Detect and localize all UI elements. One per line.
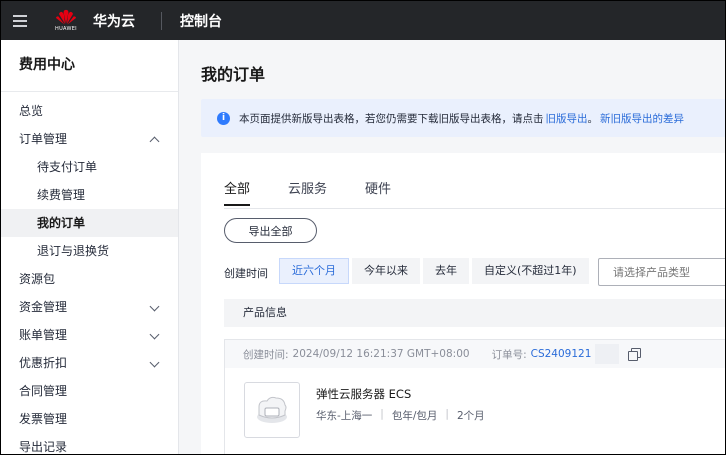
tabs-divider <box>224 208 725 209</box>
product-name[interactable]: 弹性云服务器 ECS <box>316 386 411 402</box>
sidebar-item-label: 优惠折扣 <box>19 356 68 370</box>
chevron-down-icon <box>149 357 160 368</box>
sidebar-item-resource-packages[interactable]: 资源包 <box>1 265 178 293</box>
huawei-logo[interactable]: HUAWEI <box>51 9 81 32</box>
page-title: 我的订单 <box>201 65 266 84</box>
filter-custom-range[interactable]: 自定义(不超过1年) <box>472 258 589 284</box>
sidebar-item-label: 发票管理 <box>19 412 68 426</box>
chevron-down-icon <box>149 329 160 340</box>
order-tabs: 全部 云服务 硬件 <box>224 178 429 206</box>
tab-cloud-services[interactable]: 云服务 <box>288 178 327 206</box>
sidebar: 费用中心 总览 订单管理 待支付订单 续费管理 我的订单 退订与退换货 资源包 … <box>1 40 179 454</box>
copy-icon[interactable] <box>628 348 642 361</box>
chevron-up-icon <box>149 136 160 147</box>
console-link[interactable]: 控制台 <box>180 11 222 31</box>
sidebar-item-label: 总览 <box>19 104 44 118</box>
sidebar-item-renewals[interactable]: 续费管理 <box>1 181 178 209</box>
tab-all[interactable]: 全部 <box>224 178 251 206</box>
sidebar-item-overview[interactable]: 总览 <box>1 97 178 125</box>
chevron-down-icon <box>149 301 160 312</box>
filter-this-year[interactable]: 今年以来 <box>352 258 420 284</box>
created-time-label: 创建时间 <box>224 267 268 280</box>
time-range-filter: 近六个月 今年以来 去年 自定义(不超过1年) <box>279 258 592 284</box>
sidebar-item-invoices[interactable]: 发票管理 <box>1 405 178 433</box>
product-billing: 包年/包月 <box>391 410 438 422</box>
product-meta: 华东-上海一 | 包年/包月 | 2个月 <box>316 408 485 422</box>
orders-panel: 全部 云服务 硬件 导出全部 创建时间 近六个月 今年以来 去年 自定义(不超过… <box>201 153 725 454</box>
notice-text: 本页面提供新版导出表格，若您仍需要下载旧版导出表格，请点击 <box>239 112 544 125</box>
main-content: 我的订单 i 本页面提供新版导出表格，若您仍需要下载旧版导出表格，请点击 旧版导… <box>180 40 725 454</box>
info-icon: i <box>217 111 230 125</box>
sidebar-item-bills[interactable]: 账单管理 <box>1 321 178 349</box>
sidebar-title: 费用中心 <box>1 40 178 92</box>
sidebar-item-funds[interactable]: 资金管理 <box>1 293 178 321</box>
export-all-button[interactable]: 导出全部 <box>224 218 317 243</box>
sidebar-item-label: 导出记录 <box>19 440 68 454</box>
sidebar-item-label: 合同管理 <box>19 384 68 398</box>
sidebar-item-label: 订单管理 <box>19 132 68 146</box>
ecs-product-icon <box>244 382 300 438</box>
sidebar-item-label: 续费管理 <box>37 188 86 202</box>
sidebar-item-pending-orders[interactable]: 待支付订单 <box>1 153 178 181</box>
filter-last-year[interactable]: 去年 <box>423 258 469 284</box>
huawei-flower-icon <box>56 9 76 25</box>
order-number-link[interactable]: CS2409121 <box>531 348 592 360</box>
sidebar-item-label: 待支付订单 <box>37 160 98 174</box>
sidebar-item-label: 账单管理 <box>19 328 68 342</box>
sidebar-item-label: 退订与退换货 <box>37 244 110 258</box>
filter-last-six-months[interactable]: 近六个月 <box>279 258 349 284</box>
order-number-label: 订单号: <box>491 348 527 361</box>
tab-hardware[interactable]: 硬件 <box>365 178 391 206</box>
created-time-value: 2024/09/12 16:21:37 GMT+08:00 <box>292 348 470 360</box>
sidebar-item-order-management[interactable]: 订单管理 <box>1 125 178 153</box>
sidebar-item-my-orders[interactable]: 我的订单 <box>1 209 178 237</box>
order-header: 创建时间: 2024/09/12 16:21:37 GMT+08:00 订单号:… <box>225 340 725 368</box>
legacy-export-link[interactable]: 旧版导出 <box>546 111 588 126</box>
created-time-label: 创建时间: <box>243 348 289 361</box>
order-card: 创建时间: 2024/09/12 16:21:37 GMT+08:00 订单号:… <box>224 339 725 454</box>
logo-wordmark: HUAWEI <box>55 26 77 32</box>
sidebar-item-label: 资金管理 <box>19 300 68 314</box>
product-region: 华东-上海一 <box>316 410 373 422</box>
table-header-product-info: 产品信息 <box>224 299 725 327</box>
top-navigation-bar: HUAWEI 华为云 控制台 <box>1 1 725 40</box>
server-icon <box>257 396 287 423</box>
export-difference-link[interactable]: 新旧版导出的差异 <box>600 111 684 126</box>
topbar-divider <box>161 11 162 30</box>
brand-name[interactable]: 华为云 <box>93 11 135 31</box>
sidebar-item-label: 我的订单 <box>37 216 86 230</box>
sidebar-item-export-records[interactable]: 导出记录 <box>1 433 178 454</box>
menu-icon[interactable] <box>1 1 39 40</box>
product-type-select[interactable] <box>598 258 725 286</box>
product-duration: 2个月 <box>456 410 485 422</box>
info-notice: i 本页面提供新版导出表格，若您仍需要下载旧版导出表格，请点击 旧版导出。 新旧… <box>201 99 725 137</box>
sidebar-item-refunds[interactable]: 退订与退换货 <box>1 237 178 265</box>
sidebar-item-label: 资源包 <box>19 272 56 286</box>
sidebar-item-contracts[interactable]: 合同管理 <box>1 377 178 405</box>
redacted-area <box>595 344 620 364</box>
sidebar-item-discounts[interactable]: 优惠折扣 <box>1 349 178 377</box>
browser-frame: HUAWEI 华为云 控制台 费用中心 总览 订单管理 待支付订单 续费管理 我… <box>0 0 726 455</box>
